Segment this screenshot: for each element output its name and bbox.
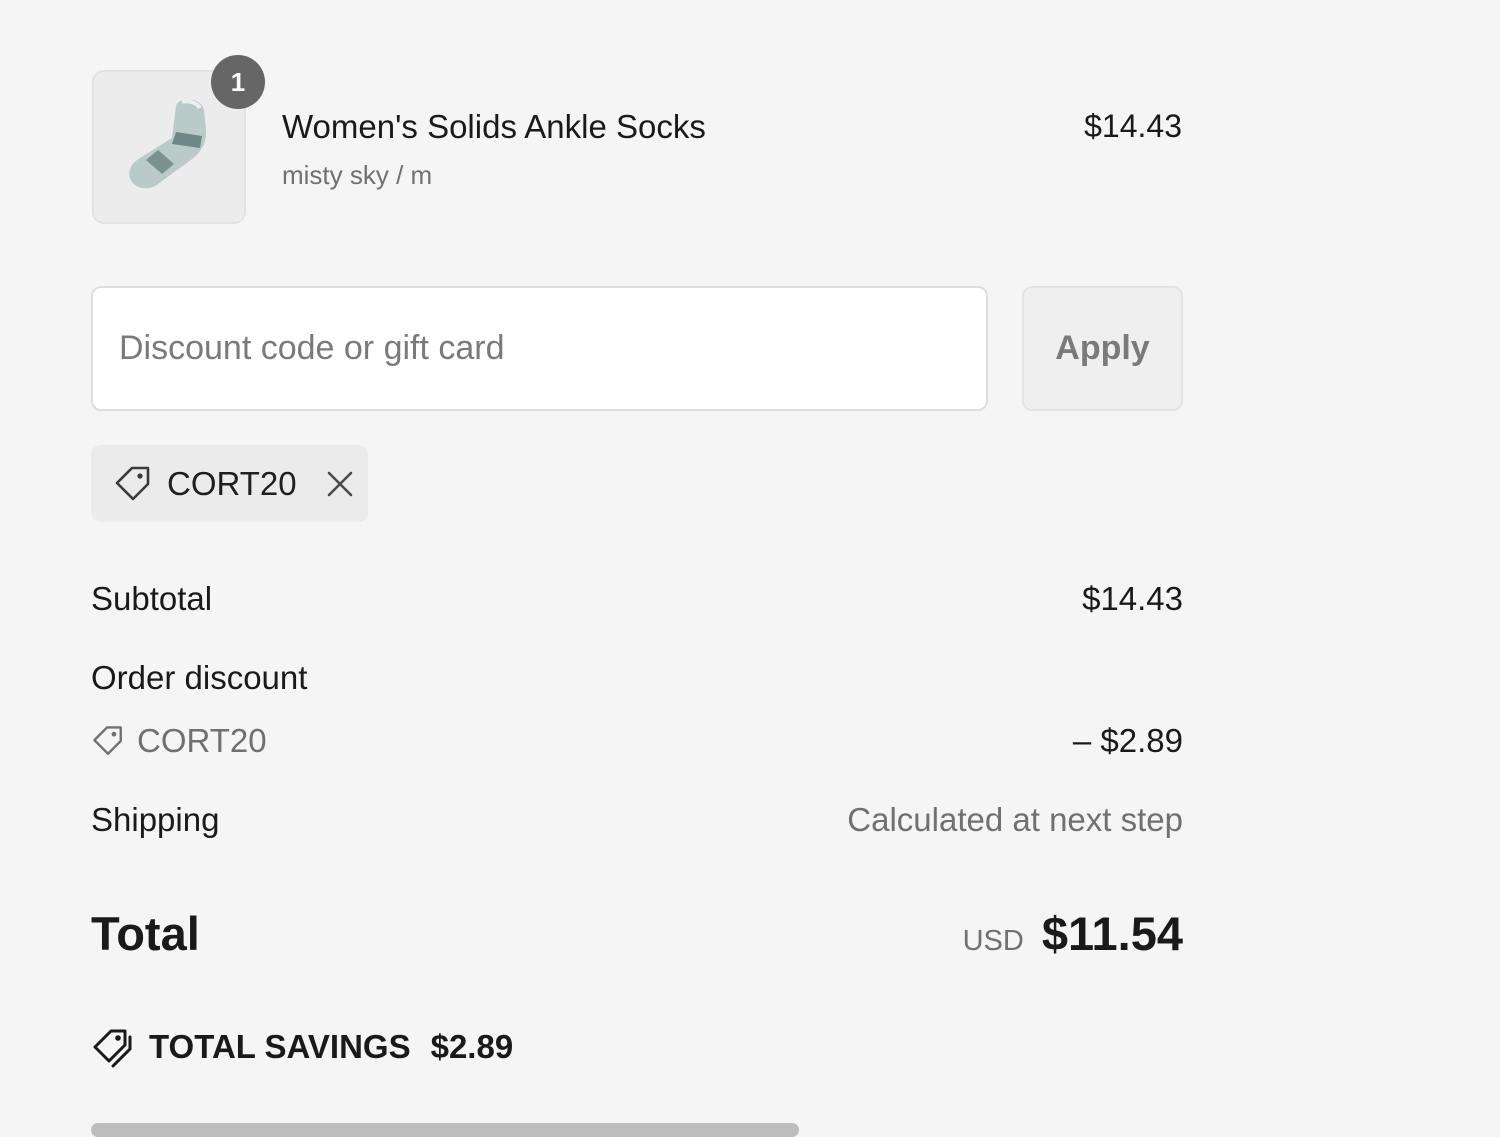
total-label: Total (91, 907, 200, 960)
discount-code-input[interactable] (91, 286, 988, 411)
total-value-group: USD $11.54 (963, 906, 1183, 961)
shipping-value: Calculated at next step (847, 801, 1183, 838)
order-discount-code-label: CORT20 (137, 722, 267, 759)
product-variant: misty sky / m (282, 160, 433, 190)
total-amount: $11.54 (1041, 907, 1183, 960)
order-discount-value: – $2.89 (1072, 722, 1183, 759)
sock-icon (129, 99, 207, 189)
subtotal-label: Subtotal (91, 580, 213, 617)
product-name: Women's Solids Ankle Socks (282, 108, 706, 145)
subtotal-value: $14.43 (1082, 580, 1183, 617)
applied-code-label: CORT20 (167, 464, 297, 502)
tag-icon (93, 726, 122, 755)
order-discount-code: CORT20 (91, 722, 267, 760)
bottom-divider (91, 1123, 799, 1137)
total-savings-label: TOTAL SAVINGS (149, 1028, 411, 1065)
shipping-label: Shipping (91, 801, 220, 838)
total-savings-value: $2.89 (430, 1028, 514, 1065)
remove-code-button[interactable] (323, 467, 357, 501)
tag-icon (115, 466, 150, 500)
apply-button[interactable]: Apply (1022, 286, 1183, 411)
quantity-badge: 1 (211, 55, 265, 109)
applied-code-chip: CORT20 (91, 445, 368, 522)
currency-code: USD (962, 925, 1024, 957)
order-discount-label: Order discount (91, 659, 308, 696)
product-price: $14.43 (1084, 108, 1182, 144)
tags-icon (93, 1029, 132, 1068)
total-savings: TOTAL SAVINGS $2.89 (91, 1025, 513, 1069)
close-icon (327, 471, 352, 496)
